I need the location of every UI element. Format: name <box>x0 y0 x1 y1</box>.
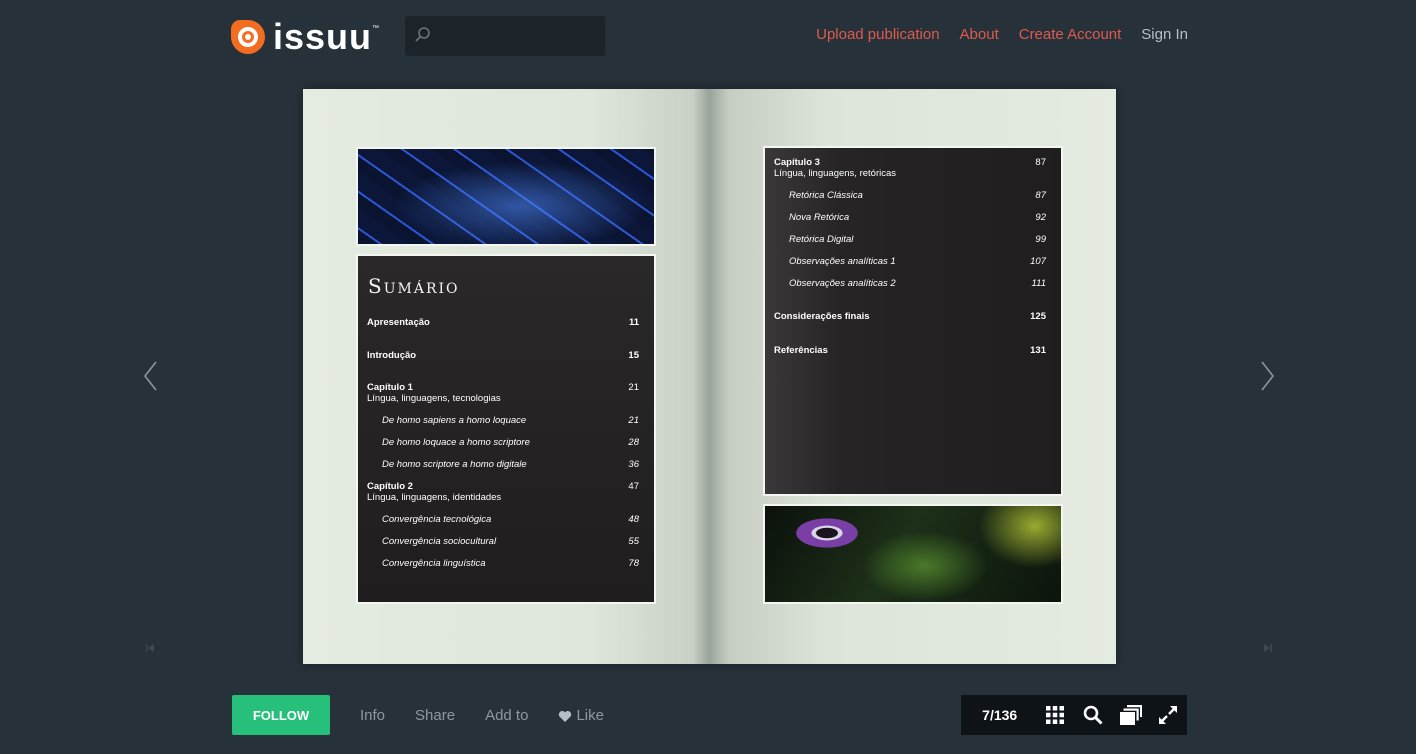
logo-text: issuu <box>273 16 373 57</box>
follow-button[interactable]: FOLLOW <box>232 695 330 735</box>
toc-entry: Nova Retórica 92 <box>789 212 1046 223</box>
like-button[interactable]: Like <box>558 707 604 725</box>
create-account-link[interactable]: Create Account <box>1019 26 1122 44</box>
viewer-toolbar: 7/136 <box>961 695 1187 735</box>
toc-entry: Considerações finais 125 <box>774 311 1046 322</box>
share-button[interactable]: Share <box>415 707 455 725</box>
toc-entry: Convergência sociocultural 55 <box>382 536 639 547</box>
toc-entry: Observações analíticas 2 111 <box>789 278 1046 289</box>
toc-label: Língua, linguagens, tecnologias <box>367 393 501 404</box>
toc-entry: Apresentação 11 <box>367 317 639 328</box>
grid-icon <box>1046 706 1065 724</box>
toc-label: Introdução <box>367 350 417 361</box>
toc-page-number: 78 <box>628 558 639 569</box>
search-icon <box>415 27 430 42</box>
toc-page-number: 87 <box>1035 190 1046 201</box>
chevron-left-icon[interactable] <box>143 361 159 391</box>
toc-page-number: 15 <box>628 350 639 361</box>
toc-entry: Capítulo 1 Língua, linguagens, tecnologia… <box>367 382 639 404</box>
like-label: Like <box>576 707 604 724</box>
toc-label: Referências <box>774 345 828 356</box>
toc-page-number: 47 <box>628 481 639 492</box>
toc-entry: De homo scriptore a homo digitale 36 <box>382 459 639 470</box>
toc-label: De homo sapiens a homo loquace <box>382 415 527 426</box>
fullscreen-icon <box>1159 706 1178 724</box>
toc-page-number: 11 <box>628 317 639 328</box>
table-of-contents-left: Sumário Apresentação 11 Introdução 15 Capítu… <box>356 254 656 604</box>
publication-actions: Info Share Add to Like <box>360 707 604 725</box>
toc-label: Retórica Clássica <box>789 190 863 201</box>
toc-page-number: 28 <box>628 437 639 448</box>
skip-last-icon[interactable] <box>1264 644 1272 652</box>
info-button[interactable]: Info <box>360 707 385 725</box>
toc-entry: Convergência tecnológica 48 <box>382 514 639 525</box>
toc-entry: Retórica Clássica 87 <box>789 190 1046 201</box>
toc-entry: Referências 131 <box>774 345 1046 356</box>
toc-label: Observações analíticas 1 <box>789 256 896 267</box>
toc-entry: De homo loquace a homo scriptore 28 <box>382 437 639 448</box>
keyboard-photo <box>356 147 656 246</box>
toc-page-number: 99 <box>1035 234 1046 245</box>
toc-entry: Observações analíticas 1 107 <box>789 256 1046 267</box>
search-box[interactable] <box>405 16 605 58</box>
logo-trademark: ™ <box>372 25 380 32</box>
toc-label: Observações analíticas 2 <box>789 278 896 289</box>
publication-viewer[interactable]: Sumário Apresentação 11 Introdução 15 Capítu… <box>303 89 1116 664</box>
page-indicator[interactable]: 7/136 <box>963 707 1036 723</box>
toc-chapter: Capítulo 1 <box>367 382 413 393</box>
toc-chapter: Capítulo 3 <box>774 157 820 168</box>
upload-publication-link[interactable]: Upload publication <box>816 26 939 44</box>
toc-chapter: Capítulo 2 <box>367 481 413 492</box>
toc-entry: Convergência linguística 78 <box>382 558 639 569</box>
toc-label: Apresentação <box>367 317 430 328</box>
toc-page-number: 107 <box>1030 256 1046 267</box>
toc-page-number: 36 <box>628 459 639 470</box>
toc-label: Convergência linguística <box>382 558 486 569</box>
toc-entry: Capítulo 2 Língua, linguagens, identidade… <box>367 481 639 503</box>
toc-label: Retórica Digital <box>789 234 854 245</box>
magnifier-icon <box>1083 705 1103 725</box>
toc-page-number: 21 <box>628 382 639 393</box>
toc-page-number: 131 <box>1030 345 1046 356</box>
toc-page-number: 92 <box>1035 212 1046 223</box>
toc-page-number: 87 <box>1035 157 1046 168</box>
disc-photo <box>763 504 1063 604</box>
search-input[interactable] <box>433 16 605 58</box>
toc-label: Convergência tecnológica <box>382 514 492 525</box>
grid-view-button[interactable] <box>1036 695 1074 735</box>
table-of-contents-right: Capítulo 3 Língua, linguagens, retóricas 8… <box>763 146 1063 496</box>
toc-page-number: 125 <box>1030 311 1046 322</box>
toc-label: Língua, linguagens, identidades <box>367 492 502 503</box>
top-nav: Upload publication About Create Account … <box>816 26 1188 44</box>
stack-view-button[interactable] <box>1112 695 1150 735</box>
stack-icon <box>1119 705 1142 725</box>
toc-page-number: 48 <box>628 514 639 525</box>
fullscreen-button[interactable] <box>1149 695 1187 735</box>
toc-entry: Retórica Digital 99 <box>789 234 1046 245</box>
toc-page-number: 111 <box>1031 278 1046 289</box>
toc-entry: Capítulo 3 Língua, linguagens, retóricas 8… <box>774 157 1046 179</box>
heart-icon <box>559 710 572 722</box>
issuu-logo-icon <box>231 20 265 54</box>
issuu-logo[interactable]: issuu ™ <box>231 17 379 57</box>
toc-label: Nova Retórica <box>789 212 850 223</box>
zoom-button[interactable] <box>1074 695 1112 735</box>
toc-entry: Introdução 15 <box>367 350 639 361</box>
toc-label: De homo loquace a homo scriptore <box>382 437 530 448</box>
toc-label: Considerações finais <box>774 311 870 322</box>
toc-label: De homo scriptore a homo digitale <box>382 459 527 470</box>
toc-page-number: 21 <box>628 415 639 426</box>
sign-in-link[interactable]: Sign In <box>1141 26 1188 44</box>
about-link[interactable]: About <box>960 26 999 44</box>
chevron-right-icon[interactable] <box>1259 361 1275 391</box>
skip-first-icon[interactable] <box>146 644 154 652</box>
toc-label: Convergência sociocultural <box>382 536 497 547</box>
toc-label: Língua, linguagens, retóricas <box>774 168 896 179</box>
toc-title: Sumário <box>368 274 460 298</box>
add-to-button[interactable]: Add to <box>485 707 528 725</box>
toc-entry: De homo sapiens a homo loquace 21 <box>382 415 639 426</box>
toc-page-number: 55 <box>628 536 639 547</box>
